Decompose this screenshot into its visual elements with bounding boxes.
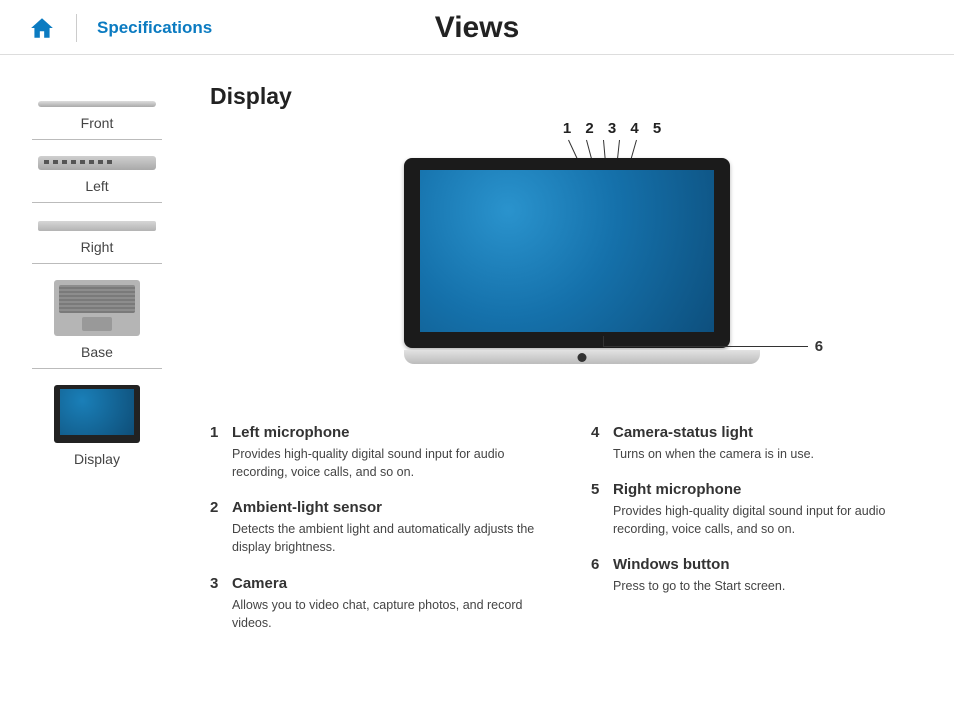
description-col-left: 1 Left microphone Provides high-quality … [210, 424, 543, 650]
callouts-top: 1 2 3 4 5 [560, 120, 666, 137]
figure-display-view: 1 2 3 4 5 6 [210, 120, 924, 400]
description-columns: 1 Left microphone Provides high-quality … [210, 424, 924, 650]
thumb-display-icon [54, 385, 140, 443]
description-item: 6 Windows button Press to go to the Star… [591, 556, 924, 595]
desc-title: Left microphone [232, 424, 543, 441]
sidebar-item-left[interactable]: Left [32, 156, 162, 203]
callout-num: 1 [563, 120, 573, 137]
desc-text: Detects the ambient light and automatica… [232, 520, 543, 556]
leader-line [603, 140, 606, 160]
sidebar-item-label: Right [32, 239, 162, 255]
description-col-right: 4 Camera-status light Turns on when the … [591, 424, 924, 650]
callout-num: 4 [630, 120, 640, 137]
thumb-base-icon [54, 280, 140, 336]
leader-line [630, 140, 636, 160]
desc-title: Camera [232, 575, 543, 592]
desc-title: Ambient-light sensor [232, 499, 543, 516]
desc-text: Provides high-quality digital sound inpu… [613, 502, 924, 538]
section-title: Display [210, 83, 924, 110]
callout-num: 5 [653, 120, 663, 137]
description-item: 4 Camera-status light Turns on when the … [591, 424, 924, 463]
callout-num: 2 [585, 120, 595, 137]
laptop-illustration [404, 158, 730, 364]
desc-number: 4 [591, 424, 613, 463]
sidebar-item-label: Front [32, 115, 162, 131]
description-item: 5 Right microphone Provides high-quality… [591, 481, 924, 538]
header-divider [76, 14, 77, 42]
sidebar-item-base[interactable]: Base [32, 280, 162, 369]
page-title: Views [435, 11, 520, 45]
leader-line [617, 140, 620, 160]
desc-title: Camera-status light [613, 424, 924, 441]
main-layout: Front Left Right Base Display Display [0, 55, 954, 650]
desc-number: 2 [210, 499, 232, 556]
thumb-front-icon [38, 101, 156, 107]
sidebar-item-display[interactable]: Display [32, 385, 162, 475]
sidebar-item-right[interactable]: Right [32, 221, 162, 264]
desc-text: Allows you to video chat, capture photos… [232, 596, 543, 632]
desc-text: Turns on when the camera is in use. [613, 445, 924, 463]
home-icon[interactable] [28, 15, 56, 41]
desc-title: Right microphone [613, 481, 924, 498]
header-bar: Specifications Views [0, 0, 954, 55]
desc-text: Press to go to the Start screen. [613, 577, 924, 595]
description-item: 3 Camera Allows you to video chat, captu… [210, 575, 543, 632]
description-item: 1 Left microphone Provides high-quality … [210, 424, 543, 481]
thumb-right-icon [38, 221, 156, 231]
leader-line [568, 140, 577, 159]
desc-number: 3 [210, 575, 232, 632]
laptop-screen [420, 170, 714, 332]
leader-line [603, 346, 808, 347]
callout-num: 6 [815, 338, 823, 355]
laptop-lid [404, 158, 730, 348]
sidebar-item-label: Display [32, 451, 162, 467]
desc-number: 1 [210, 424, 232, 481]
desc-number: 5 [591, 481, 613, 538]
callout-num: 3 [608, 120, 618, 137]
sidebar-item-label: Left [32, 178, 162, 194]
leader-line [586, 140, 592, 160]
desc-text: Provides high-quality digital sound inpu… [232, 445, 543, 481]
sidebar-item-front[interactable]: Front [32, 101, 162, 140]
specifications-link[interactable]: Specifications [97, 18, 212, 38]
desc-title: Windows button [613, 556, 924, 573]
laptop-base [404, 350, 760, 364]
desc-number: 6 [591, 556, 613, 595]
content-area: Display 1 2 3 4 5 6 [180, 83, 954, 650]
views-sidebar: Front Left Right Base Display [0, 83, 180, 650]
sidebar-item-label: Base [32, 344, 162, 360]
thumb-left-icon [38, 156, 156, 170]
description-item: 2 Ambient-light sensor Detects the ambie… [210, 499, 543, 556]
